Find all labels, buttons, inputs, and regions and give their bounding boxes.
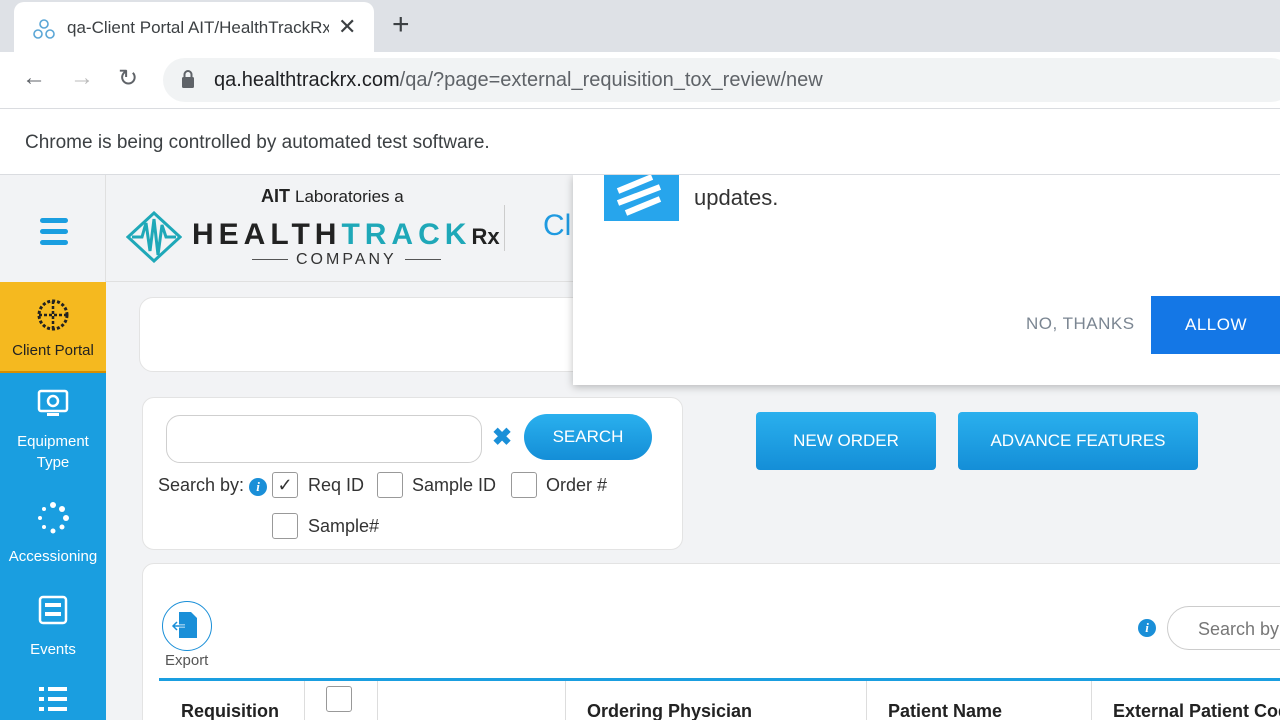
sidebar-item-equipment-type[interactable]: Equipment Type bbox=[0, 389, 106, 473]
logo-company-text: COMPANY bbox=[244, 251, 449, 269]
sidebar: Client Portal Equipment Type Accessionin… bbox=[0, 175, 106, 720]
top-card bbox=[139, 297, 609, 372]
back-icon[interactable]: ← bbox=[22, 64, 46, 92]
hamburger-icon bbox=[40, 218, 68, 223]
close-tab-icon[interactable]: ✕ bbox=[338, 14, 356, 40]
new-order-button[interactable]: NEW ORDER bbox=[756, 412, 936, 470]
reload-icon[interactable]: ↻ bbox=[118, 64, 138, 93]
healthtrackrx-logo: AIT Laboratories a HEALTHTRACKRx COMPANY bbox=[126, 183, 500, 273]
page-content: AIT Laboratories a HEALTHTRACKRx COMPANY… bbox=[0, 175, 1280, 720]
info-icon[interactable]: i bbox=[249, 478, 268, 496]
search-button[interactable]: SEARCH bbox=[524, 414, 652, 460]
hamburger-icon-bar bbox=[40, 240, 68, 245]
new-tab-icon[interactable]: + bbox=[392, 10, 410, 40]
column-separator bbox=[377, 681, 378, 720]
export-file-icon bbox=[170, 612, 197, 638]
site-favicon-icon bbox=[33, 19, 55, 39]
browser-tab[interactable]: qa-Client Portal AIT/HealthTrackRx ✕ bbox=[14, 2, 374, 52]
monitor-settings-icon bbox=[37, 389, 69, 416]
forward-icon[interactable]: → bbox=[70, 64, 94, 92]
allow-button[interactable]: ALLOW bbox=[1151, 296, 1280, 354]
export-label: Export bbox=[165, 652, 209, 669]
header-divider bbox=[504, 205, 505, 251]
sample-number-checkbox[interactable] bbox=[272, 513, 298, 539]
logo-ait-text: AIT Laboratories a bbox=[261, 186, 404, 206]
events-list-icon bbox=[38, 595, 68, 625]
select-all-checkbox[interactable] bbox=[326, 686, 352, 712]
search-by-label: Search by: i bbox=[158, 475, 268, 496]
sample-id-label: Sample ID bbox=[412, 475, 497, 495]
address-bar[interactable]: qa.healthtrackrx.com/qa/?page=external_r… bbox=[163, 58, 1280, 102]
search-panel: ✖ SEARCH Search by: i ✓ Req ID Sample ID… bbox=[142, 397, 683, 550]
table-header-line bbox=[159, 678, 1280, 681]
hamburger-icon-bar bbox=[40, 229, 68, 234]
logo-brand-text: HEALTHTRACKRx bbox=[192, 218, 500, 251]
req-id-checkbox[interactable]: ✓ bbox=[272, 472, 298, 498]
column-header-external-patient-code[interactable]: External Patient Code bbox=[1113, 701, 1280, 720]
sidebar-item-label: Equipment Type bbox=[17, 433, 89, 471]
browser-toolbar: ← → ↻ qa.healthtrackrx.com/qa/?page=exte… bbox=[0, 52, 1280, 108]
automation-infobar: Chrome is being controlled by automated … bbox=[0, 108, 1280, 175]
tab-title: qa-Client Portal AIT/HealthTrackRx bbox=[67, 18, 329, 37]
loading-spinner-icon bbox=[38, 502, 69, 534]
url-text: qa.healthtrackrx.com/qa/?page=external_r… bbox=[214, 69, 823, 92]
sample-number-label: Sample# bbox=[308, 516, 380, 536]
order-number-checkbox[interactable] bbox=[511, 472, 537, 498]
export-button[interactable] bbox=[162, 601, 212, 651]
browser-tabstrip: qa-Client Portal AIT/HealthTrackRx ✕ + bbox=[0, 0, 1280, 52]
column-header-ordering-physician[interactable]: Ordering Physician bbox=[587, 701, 752, 720]
infobar-text: Chrome is being controlled by automated … bbox=[25, 132, 490, 153]
hamburger-menu-button[interactable] bbox=[0, 175, 106, 282]
table-search-placeholder: Search by bbox=[1198, 619, 1280, 639]
order-number-label: Order # bbox=[546, 475, 608, 495]
no-thanks-button[interactable]: NO, THANKS bbox=[1026, 314, 1135, 334]
search-input[interactable] bbox=[166, 415, 482, 463]
sidebar-item-events[interactable]: Events bbox=[0, 595, 106, 658]
sidebar-item-client-portal[interactable]: Client Portal bbox=[0, 282, 106, 373]
sidebar-item-accessioning[interactable]: Accessioning bbox=[0, 502, 106, 565]
clear-search-icon[interactable]: ✖ bbox=[492, 423, 512, 452]
app-logo-icon bbox=[604, 175, 679, 221]
column-separator bbox=[304, 681, 305, 720]
column-header-requisition[interactable]: Requisition bbox=[181, 701, 279, 720]
req-id-label: Req ID bbox=[308, 475, 365, 495]
notification-message: updates. bbox=[694, 185, 779, 210]
logo-wave-icon bbox=[126, 211, 182, 263]
table-info-icon[interactable]: i bbox=[1138, 619, 1156, 637]
sidebar-item-label: Client Portal bbox=[12, 342, 94, 359]
lock-icon bbox=[182, 70, 194, 88]
url-path: /qa/?page=external_requisition_tox_revie… bbox=[399, 69, 823, 91]
globe-icon bbox=[37, 299, 69, 331]
sample-id-checkbox[interactable] bbox=[377, 472, 403, 498]
requisitions-table-card: Export i Search by Requisition Ordering … bbox=[142, 563, 1280, 720]
column-separator bbox=[866, 681, 867, 720]
list-icon bbox=[39, 687, 67, 711]
sidebar-item-label: Accessioning bbox=[8, 548, 98, 565]
table-search-input[interactable]: Search by bbox=[1167, 606, 1280, 650]
notification-permission-dialog: updates. NO, THANKS ALLOW bbox=[573, 175, 1280, 385]
column-separator bbox=[565, 681, 566, 720]
sidebar-item-label: Events bbox=[30, 641, 76, 658]
column-header-patient-name[interactable]: Patient Name bbox=[888, 701, 1002, 720]
sidebar-item-list[interactable] bbox=[0, 685, 106, 715]
url-host: qa.healthtrackrx.com bbox=[214, 69, 400, 91]
column-separator bbox=[1091, 681, 1092, 720]
advance-features-button[interactable]: ADVANCE FEATURES bbox=[958, 412, 1198, 470]
